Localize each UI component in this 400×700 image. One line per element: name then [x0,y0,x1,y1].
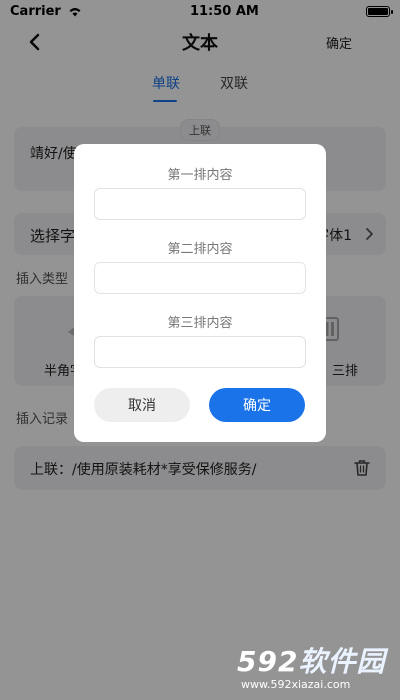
cancel-button[interactable]: 取消 [94,388,190,422]
watermark-brand-num: 592 [237,645,299,678]
watermark: 592软件园 www.592xiazai.com [237,640,397,696]
watermark-url: www.592xiazai.com [241,678,351,691]
field2-input[interactable] [94,262,306,294]
field2-label: 第二排内容 [167,242,233,257]
watermark-brand: 592软件园 [237,640,385,680]
ok-button[interactable]: 确定 [209,388,305,422]
field3-label: 第三排内容 [167,316,233,331]
field1-input[interactable] [94,188,306,220]
three-row-dialog: 第一排内容 第二排内容 第三排内容 取消 确定 [74,144,326,442]
field3-input[interactable] [94,336,306,368]
field1-label: 第一排内容 [167,168,233,183]
watermark-brand-cn: 软件园 [298,645,386,678]
